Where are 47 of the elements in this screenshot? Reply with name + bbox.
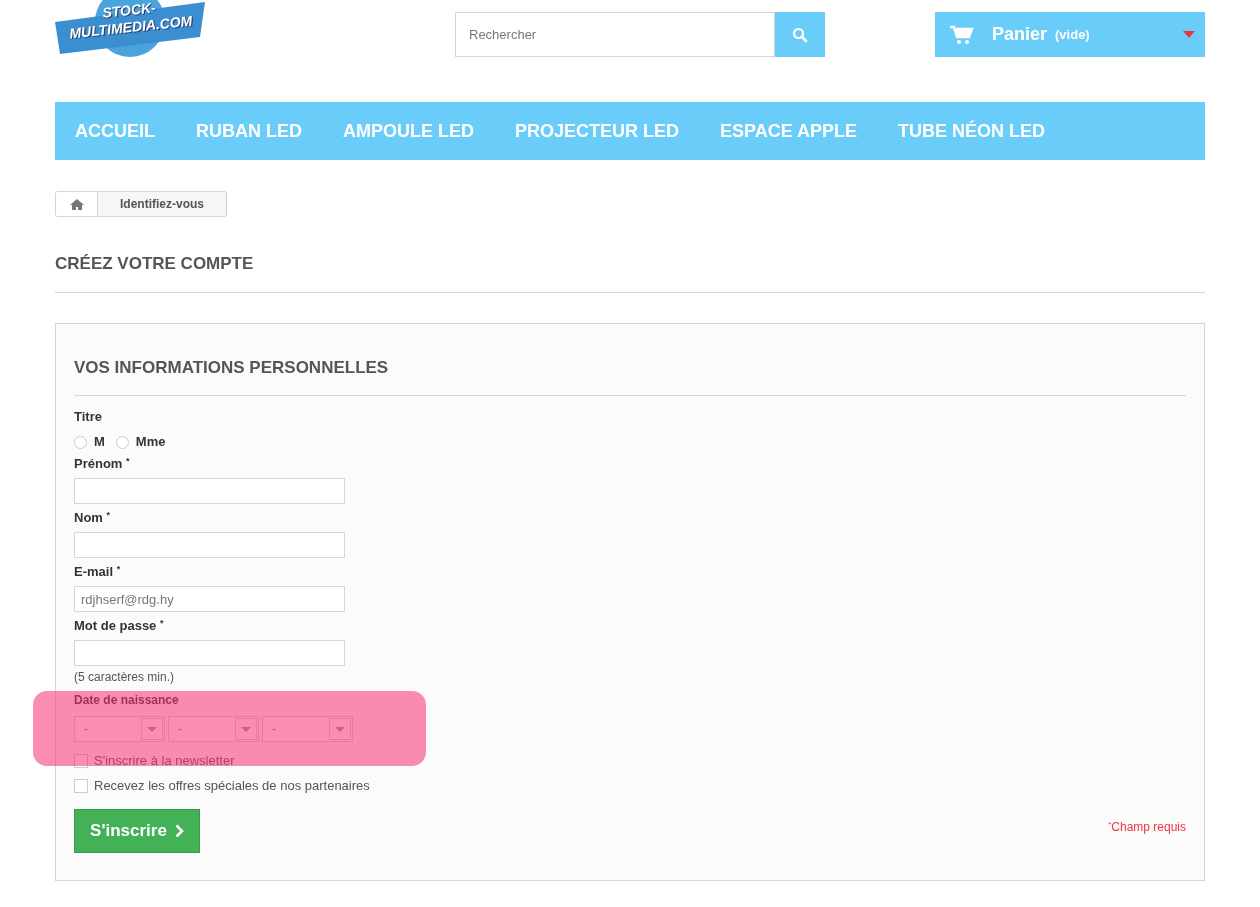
nav-link[interactable]: ACCUEIL (75, 117, 155, 145)
field-label: E-mail $^{*}$ (74, 564, 121, 580)
section-heading: VOS INFORMATIONS PERSONNELLES (74, 358, 389, 378)
home-icon (69, 198, 84, 210)
caret-icon (241, 726, 251, 732)
required-note: $^{*}$Champ requis (1108, 819, 1186, 835)
text-input[interactable] (74, 532, 345, 558)
radio-button[interactable] (115, 435, 129, 449)
cart-icon (950, 24, 974, 45)
field-label: Titre (74, 409, 102, 425)
search-field[interactable]: Rechercher (455, 12, 775, 57)
nav-link[interactable]: TUBE NÉON LED (898, 117, 1046, 145)
radio-label: Mme (135, 434, 166, 450)
select-dropdown[interactable]: - (74, 716, 165, 742)
chevron-right-icon (174, 824, 184, 838)
search-button[interactable] (775, 12, 825, 57)
checkbox[interactable] (74, 754, 88, 768)
radio-label: M (94, 434, 105, 450)
home-link[interactable] (56, 192, 98, 216)
checkbox[interactable] (74, 779, 88, 793)
cart-label: Panier (992, 23, 1048, 46)
field-label: Nom $^{*}$ (74, 510, 110, 526)
breadcrumb-current: Identifiez-vous (119, 196, 205, 213)
field-label: Date de naissance (74, 692, 179, 708)
caret-icon (1183, 31, 1195, 38)
field-hint: (5 caractères min.) (74, 670, 175, 684)
nav-link[interactable]: ESPACE APPLE (720, 117, 858, 145)
nav-link[interactable]: RUBAN LED (196, 117, 302, 145)
nav-link[interactable]: PROJECTEUR LED (515, 117, 680, 145)
checkbox-label: Recevez les offres spéciales de nos partenaires (94, 778, 370, 794)
select-dropdown[interactable]: - (168, 716, 259, 742)
select-dropdown[interactable]: - (262, 716, 353, 742)
field-label: Prénom $^{*}$ (74, 456, 130, 472)
field-label: Mot de passe $^{*}$ (74, 618, 164, 634)
checkbox-label: S'inscrire à la newsletter (94, 753, 235, 769)
caret-icon (147, 726, 157, 732)
cart-button[interactable]: Panier (vide) (935, 12, 1205, 57)
radio-button[interactable] (74, 435, 87, 449)
submit-button[interactable]: S'inscrire (74, 809, 200, 853)
text-input[interactable] (74, 478, 345, 504)
caret-icon (335, 726, 345, 732)
text-input[interactable] (74, 640, 345, 666)
text-input[interactable]: rdjhserf@rdg.hy (74, 586, 345, 612)
nav-link[interactable]: AMPOULE LED (343, 117, 474, 145)
page-title: CRÉEZ VOTRE COMPTE (55, 254, 254, 274)
cart-status: (vide) (1055, 25, 1090, 44)
search-icon (792, 26, 808, 43)
